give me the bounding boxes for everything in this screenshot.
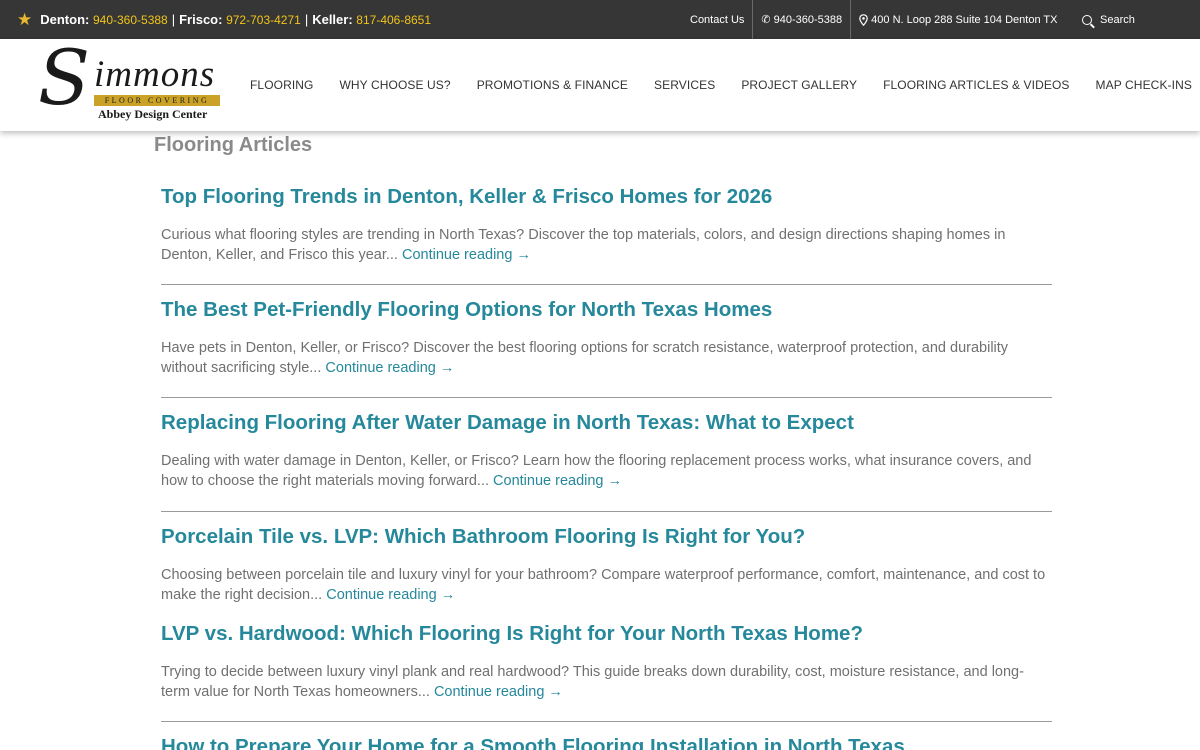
article-title-link[interactable]: LVP vs. Hardwood: Which Flooring Is Righ…	[161, 621, 1052, 647]
article-title-link[interactable]: The Best Pet-Friendly Flooring Options f…	[161, 297, 1052, 323]
phone-link-label: 940-360-5388	[773, 13, 843, 26]
article-excerpt: Choosing between porcelain tile and luxu…	[161, 565, 1052, 605]
article-item: The Best Pet-Friendly Flooring Options f…	[161, 297, 1052, 398]
continue-reading-link[interactable]: Continue reading →	[326, 587, 455, 603]
site-logo[interactable]: S immons FLOOR COVERING Abbey Design Cen…	[38, 40, 224, 126]
logo-tagline: FLOOR COVERING	[94, 95, 220, 106]
article-item: How to Prepare Your Home for a Smooth Fl…	[161, 734, 1052, 750]
nav-item-map-check-ins[interactable]: MAP CHECK-INS	[1096, 78, 1192, 92]
phone-link[interactable]: ✆ 940-360-5388	[753, 0, 852, 39]
contact-us-link[interactable]: Contact Us	[682, 0, 754, 39]
continue-reading-link[interactable]: Continue reading →	[402, 247, 531, 263]
search-icon	[1082, 14, 1092, 25]
map-pin-icon	[859, 13, 868, 26]
article-item: Top Flooring Trends in Denton, Keller & …	[161, 184, 1052, 285]
article-excerpt: Have pets in Denton, Keller, or Frisco? …	[161, 338, 1052, 378]
continue-reading-link[interactable]: Continue reading →	[325, 360, 454, 376]
phone-number-frisco[interactable]: 972-703-4271	[226, 13, 301, 27]
continue-reading-link[interactable]: Continue reading →	[493, 473, 622, 489]
nav-item-project-gallery[interactable]: PROJECT GALLERY	[741, 78, 857, 92]
contact-us-label: Contact Us	[690, 13, 745, 26]
logo-subtitle: Abbey Design Center	[98, 107, 208, 121]
top-bar: ★ Denton: 940-360-5388 | Frisco: 972-703…	[0, 0, 1200, 39]
article-title-link[interactable]: How to Prepare Your Home for a Smooth Fl…	[161, 734, 1052, 750]
article-excerpt-text: Trying to decide between luxury vinyl pl…	[161, 664, 1024, 700]
search-label: Search	[1100, 13, 1135, 26]
phone-city-keller: Keller:	[312, 12, 353, 27]
article-divider	[161, 284, 1052, 285]
address-link[interactable]: 400 N. Loop 288 Suite 104 Denton TX	[851, 0, 1065, 39]
article-item: Porcelain Tile vs. LVP: Which Bathroom F…	[161, 524, 1052, 605]
phone-separator: |	[304, 12, 309, 27]
article-divider	[161, 397, 1052, 398]
article-title-link[interactable]: Replacing Flooring After Water Damage in…	[161, 410, 1052, 436]
main-nav: FLOORING WHY CHOOSE US? PROMOTIONS & FIN…	[250, 39, 1192, 131]
site-header: S immons FLOOR COVERING Abbey Design Cen…	[0, 39, 1200, 131]
nav-item-flooring-articles-videos[interactable]: FLOORING ARTICLES & VIDEOS	[883, 78, 1069, 92]
star-icon: ★	[17, 9, 33, 29]
page-title: Flooring Articles	[154, 134, 313, 156]
main-content: Flooring Articles Top Flooring Trends in…	[0, 131, 1200, 750]
article-title-link[interactable]: Top Flooring Trends in Denton, Keller & …	[161, 184, 1052, 210]
continue-reading-link[interactable]: Continue reading →	[434, 684, 563, 700]
nav-item-why-choose-us[interactable]: WHY CHOOSE US?	[339, 78, 450, 92]
article-item: Replacing Flooring After Water Damage in…	[161, 410, 1052, 512]
phone-number-keller[interactable]: 817-406-8651	[356, 13, 431, 27]
article-excerpt: Dealing with water damage in Denton, Kel…	[161, 451, 1052, 491]
phone-city-denton: Denton:	[40, 12, 90, 27]
article-excerpt: Trying to decide between luxury vinyl pl…	[161, 662, 1052, 702]
article-excerpt: Curious what flooring styles are trendin…	[161, 225, 1052, 265]
search-button[interactable]: Search	[1082, 0, 1135, 39]
top-links: Contact Us ✆ 940-360-5388 400 N. Loop 28…	[682, 0, 1065, 39]
article-item: LVP vs. Hardwood: Which Flooring Is Righ…	[161, 621, 1052, 722]
nav-item-services[interactable]: SERVICES	[654, 78, 715, 92]
article-divider	[161, 511, 1052, 512]
logo-wordmark: immons	[94, 54, 216, 95]
phone-icon: ✆	[761, 14, 771, 26]
article-title-link[interactable]: Porcelain Tile vs. LVP: Which Bathroom F…	[161, 524, 1052, 550]
article-excerpt-text: Choosing between porcelain tile and luxu…	[161, 567, 1046, 603]
phone-separator: |	[171, 12, 176, 27]
article-excerpt-text: Have pets in Denton, Keller, or Frisco? …	[161, 340, 1009, 376]
nav-item-flooring[interactable]: FLOORING	[250, 78, 313, 92]
logo-letter: S	[38, 33, 91, 122]
article-excerpt-text: Curious what flooring styles are trendin…	[161, 227, 1006, 263]
phone-number-denton[interactable]: 940-360-5388	[93, 13, 168, 27]
article-divider	[161, 721, 1052, 722]
nav-item-promotions-finance[interactable]: PROMOTIONS & FINANCE	[477, 78, 628, 92]
phone-city-frisco: Frisco:	[179, 12, 223, 27]
address-label: 400 N. Loop 288 Suite 104 Denton TX	[871, 13, 1058, 26]
